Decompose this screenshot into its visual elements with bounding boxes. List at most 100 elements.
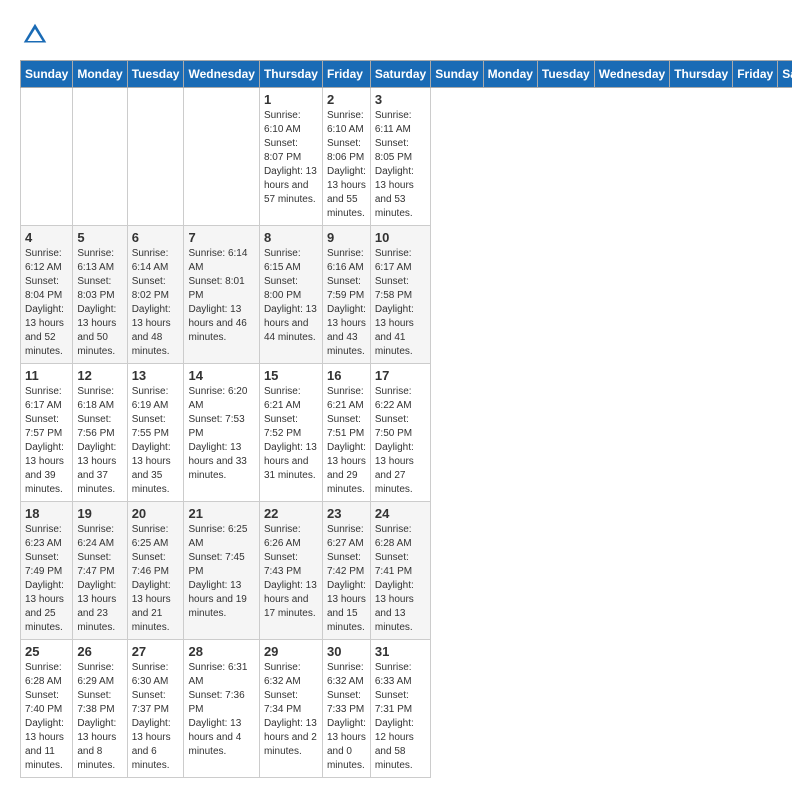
calendar-day: 20 Sunrise: 6:25 AMSunset: 7:46 PMDayligh… — [127, 502, 184, 640]
day-info: Sunrise: 6:26 AMSunset: 7:43 PMDaylight:… — [264, 523, 318, 621]
day-info: Sunrise: 6:30 AMSunset: 7:37 PMDaylight:… — [132, 661, 180, 773]
day-number: 26 — [77, 644, 122, 659]
col-header-thursday: Thursday — [670, 61, 733, 88]
day-info: Sunrise: 6:10 AMSunset: 8:07 PMDaylight:… — [264, 109, 318, 207]
day-number: 24 — [375, 506, 426, 521]
calendar-day: 9Sunrise: 6:16 AMSunset: 7:59 PMDaylight… — [322, 226, 370, 364]
calendar-table: SundayMondayTuesdayWednesdayThursdayFrid… — [20, 60, 792, 778]
calendar-day: 29Sunrise: 6:32 AMSunset: 7:34 PMDayligh… — [259, 640, 322, 778]
calendar-day — [21, 88, 73, 226]
calendar-day — [184, 88, 259, 226]
calendar-day: 10 Sunrise: 6:17 AMSunset: 7:58 PMDayligh… — [370, 226, 430, 364]
calendar-day: 5Sunrise: 6:13 AMSunset: 8:03 PMDaylight… — [73, 226, 127, 364]
col-header-sunday: Sunday — [431, 61, 483, 88]
calendar-day: 21 Sunrise: 6:25 AMSunset: 7:45 PMDayligh… — [184, 502, 259, 640]
day-number: 19 — [77, 506, 122, 521]
day-number: 10 — [375, 230, 426, 245]
calendar-day: 12 Sunrise: 6:18 AMSunset: 7:56 PMDayligh… — [73, 364, 127, 502]
day-info: Sunrise: 6:25 AMSunset: 7:46 PMDaylight:… — [132, 523, 180, 635]
day-number: 31 — [375, 644, 426, 659]
day-info: Sunrise: 6:25 AMSunset: 7:45 PMDaylight:… — [188, 523, 254, 621]
day-info: Sunrise: 6:23 AMSunset: 7:49 PMDaylight:… — [25, 523, 68, 635]
calendar-day: 2 Sunrise: 6:10 AMSunset: 8:06 PMDaylight… — [322, 88, 370, 226]
day-info: Sunrise: 6:18 AMSunset: 7:56 PMDaylight:… — [77, 385, 122, 497]
day-number: 14 — [188, 368, 254, 383]
header-tuesday: Tuesday — [127, 61, 184, 88]
calendar-day: 4 Sunrise: 6:12 AMSunset: 8:04 PMDaylight… — [21, 226, 73, 364]
col-header-saturday: Saturday — [778, 61, 792, 88]
col-header-tuesday: Tuesday — [537, 61, 594, 88]
header-sunday: Sunday — [21, 61, 73, 88]
day-info: Sunrise: 6:12 AMSunset: 8:04 PMDaylight:… — [25, 247, 68, 359]
day-info: Sunrise: 6:22 AMSunset: 7:50 PMDaylight:… — [375, 385, 426, 497]
day-number: 20 — [132, 506, 180, 521]
day-number: 6 — [132, 230, 180, 245]
day-info: Sunrise: 6:17 AMSunset: 7:58 PMDaylight:… — [375, 247, 426, 359]
calendar-day: 16 Sunrise: 6:21 AMSunset: 7:51 PMDayligh… — [322, 364, 370, 502]
calendar-day: 17 Sunrise: 6:22 AMSunset: 7:50 PMDayligh… — [370, 364, 430, 502]
day-number: 25 — [25, 644, 68, 659]
day-number: 22 — [264, 506, 318, 521]
day-number: 2 — [327, 92, 366, 107]
day-number: 7 — [188, 230, 254, 245]
calendar-day: 24Sunrise: 6:28 AMSunset: 7:41 PMDayligh… — [370, 502, 430, 640]
day-number: 3 — [375, 92, 426, 107]
day-info: Sunrise: 6:28 AMSunset: 7:40 PMDaylight:… — [25, 661, 68, 773]
day-info: Sunrise: 6:24 AMSunset: 7:47 PMDaylight:… — [77, 523, 122, 635]
calendar-day: 3 Sunrise: 6:11 AMSunset: 8:05 PMDaylight… — [370, 88, 430, 226]
day-number: 5 — [77, 230, 122, 245]
day-number: 13 — [132, 368, 180, 383]
logo-icon — [20, 20, 50, 50]
header-friday: Friday — [322, 61, 370, 88]
day-info: Sunrise: 6:17 AMSunset: 7:57 PMDaylight:… — [25, 385, 68, 497]
day-info: Sunrise: 6:31 AMSunset: 7:36 PMDaylight:… — [188, 661, 254, 759]
calendar-day: 15Sunrise: 6:21 AMSunset: 7:52 PMDayligh… — [259, 364, 322, 502]
calendar-day: 25 Sunrise: 6:28 AMSunset: 7:40 PMDayligh… — [21, 640, 73, 778]
day-info: Sunrise: 6:20 AMSunset: 7:53 PMDaylight:… — [188, 385, 254, 483]
day-info: Sunrise: 6:32 AMSunset: 7:33 PMDaylight:… — [327, 661, 366, 773]
calendar-day: 11 Sunrise: 6:17 AMSunset: 7:57 PMDayligh… — [21, 364, 73, 502]
calendar-day: 28 Sunrise: 6:31 AMSunset: 7:36 PMDayligh… — [184, 640, 259, 778]
header-saturday: Saturday — [370, 61, 430, 88]
calendar-header-row: SundayMondayTuesdayWednesdayThursdayFrid… — [21, 61, 792, 88]
day-info: Sunrise: 6:19 AMSunset: 7:55 PMDaylight:… — [132, 385, 180, 497]
calendar-day: 18Sunrise: 6:23 AMSunset: 7:49 PMDayligh… — [21, 502, 73, 640]
calendar-week-1: 1 Sunrise: 6:10 AMSunset: 8:07 PMDaylight… — [21, 88, 792, 226]
day-info: Sunrise: 6:11 AMSunset: 8:05 PMDaylight:… — [375, 109, 426, 221]
day-info: Sunrise: 6:16 AMSunset: 7:59 PMDaylight:… — [327, 247, 366, 359]
day-number: 17 — [375, 368, 426, 383]
day-number: 15 — [264, 368, 318, 383]
header-wednesday: Wednesday — [184, 61, 259, 88]
calendar-week-2: 4 Sunrise: 6:12 AMSunset: 8:04 PMDaylight… — [21, 226, 792, 364]
calendar-day: 27 Sunrise: 6:30 AMSunset: 7:37 PMDayligh… — [127, 640, 184, 778]
calendar-week-4: 18Sunrise: 6:23 AMSunset: 7:49 PMDayligh… — [21, 502, 792, 640]
logo — [20, 20, 56, 50]
calendar-day — [127, 88, 184, 226]
page-header — [20, 20, 772, 50]
day-number: 12 — [77, 368, 122, 383]
col-header-monday: Monday — [483, 61, 537, 88]
day-number: 8 — [264, 230, 318, 245]
day-info: Sunrise: 6:21 AMSunset: 7:51 PMDaylight:… — [327, 385, 366, 497]
day-number: 28 — [188, 644, 254, 659]
day-info: Sunrise: 6:14 AMSunset: 8:02 PMDaylight:… — [132, 247, 180, 359]
day-info: Sunrise: 6:14 AMSunset: 8:01 PMDaylight:… — [188, 247, 254, 345]
calendar-day: 13 Sunrise: 6:19 AMSunset: 7:55 PMDayligh… — [127, 364, 184, 502]
calendar-day: 30Sunrise: 6:32 AMSunset: 7:33 PMDayligh… — [322, 640, 370, 778]
day-number: 27 — [132, 644, 180, 659]
day-number: 4 — [25, 230, 68, 245]
day-number: 11 — [25, 368, 68, 383]
col-header-wednesday: Wednesday — [594, 61, 669, 88]
calendar-day: 23Sunrise: 6:27 AMSunset: 7:42 PMDayligh… — [322, 502, 370, 640]
calendar-week-5: 25 Sunrise: 6:28 AMSunset: 7:40 PMDayligh… — [21, 640, 792, 778]
day-info: Sunrise: 6:10 AMSunset: 8:06 PMDaylight:… — [327, 109, 366, 221]
day-info: Sunrise: 6:33 AMSunset: 7:31 PMDaylight:… — [375, 661, 426, 773]
day-number: 1 — [264, 92, 318, 107]
day-number: 23 — [327, 506, 366, 521]
day-number: 21 — [188, 506, 254, 521]
calendar-day: 19 Sunrise: 6:24 AMSunset: 7:47 PMDayligh… — [73, 502, 127, 640]
calendar-day: 14 Sunrise: 6:20 AMSunset: 7:53 PMDayligh… — [184, 364, 259, 502]
calendar-day: 1 Sunrise: 6:10 AMSunset: 8:07 PMDaylight… — [259, 88, 322, 226]
day-number: 16 — [327, 368, 366, 383]
calendar-day: 7 Sunrise: 6:14 AMSunset: 8:01 PMDaylight… — [184, 226, 259, 364]
